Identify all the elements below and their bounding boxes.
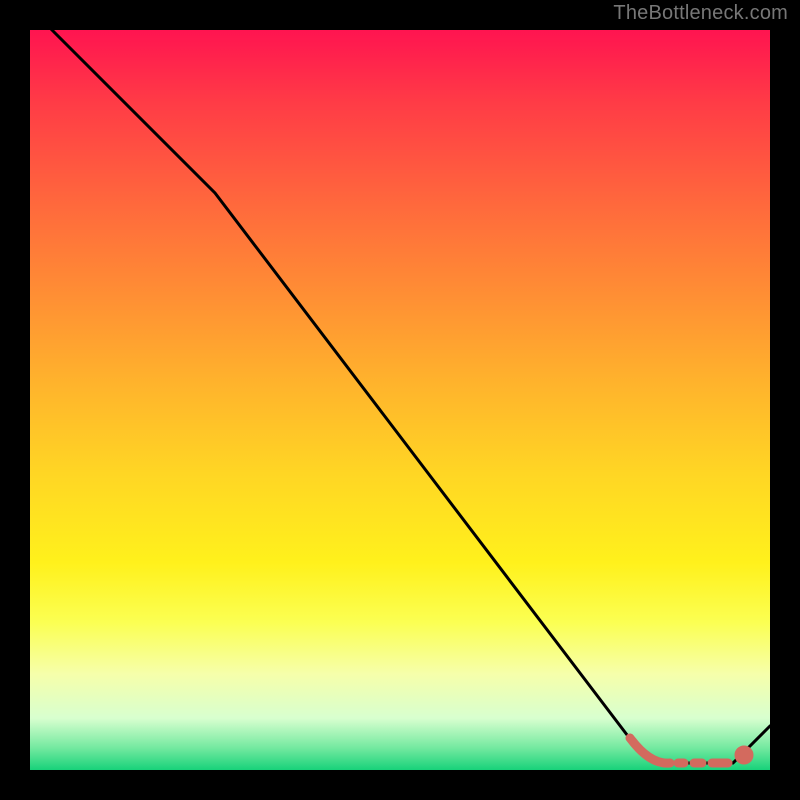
watermark-text: TheBottleneck.com [613,2,788,25]
bottleneck-curve-line [30,8,770,763]
chart-frame: TheBottleneck.com [0,0,800,800]
chart-svg [30,30,770,770]
highlight-segment [630,738,749,763]
plot-area [30,30,770,770]
